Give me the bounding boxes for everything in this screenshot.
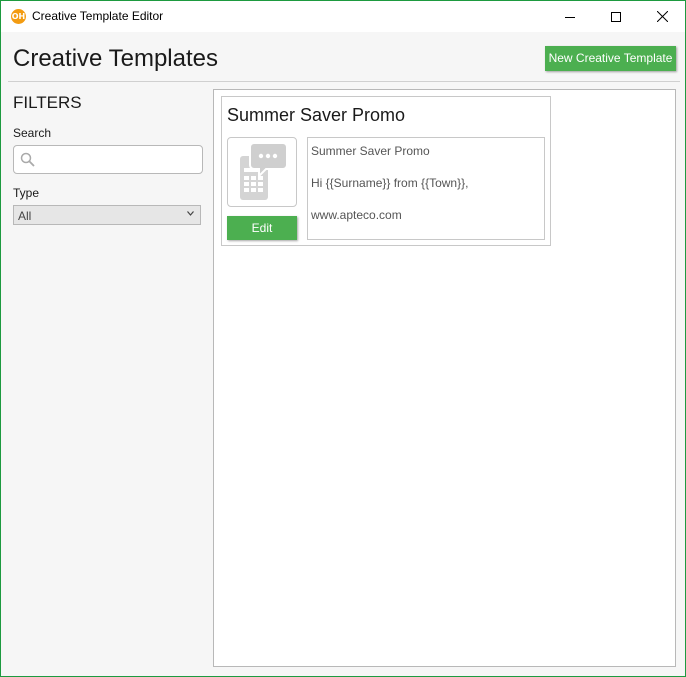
close-button[interactable] <box>639 1 685 32</box>
maximize-icon <box>611 11 621 22</box>
app-logo-icon: OH <box>11 9 26 24</box>
preview-line: Hi {{Surname}} from {{Town}}, <box>311 176 469 190</box>
preview-line: www.apteco.com <box>311 208 402 222</box>
filters-heading: FILTERS <box>13 93 82 112</box>
sms-phone-icon <box>240 142 288 200</box>
header-divider <box>8 81 680 82</box>
search-label: Search <box>13 126 52 140</box>
type-dropdown[interactable]: All <box>13 205 201 225</box>
search-input[interactable] <box>40 149 199 170</box>
template-preview: Summer Saver Promo Hi {{Surname}} from {… <box>307 137 545 240</box>
new-creative-template-button[interactable]: New Creative Template <box>545 46 676 71</box>
search-field[interactable] <box>13 145 203 174</box>
close-icon <box>656 11 668 22</box>
template-title: Summer Saver Promo <box>227 105 406 125</box>
template-card: Summer Saver Promo Edit Summer Saver Pro… <box>221 96 551 246</box>
minimize-icon <box>565 16 575 18</box>
minimize-button[interactable] <box>547 1 593 32</box>
maximize-button[interactable] <box>593 1 639 32</box>
type-selected-value: All <box>18 209 32 223</box>
window-title: Creative Template Editor <box>32 9 164 23</box>
page-title: Creative Templates <box>13 45 218 72</box>
edit-button[interactable]: Edit <box>227 216 297 240</box>
title-bar[interactable]: OH Creative Template Editor <box>1 1 685 32</box>
chevron-down-icon <box>187 211 194 216</box>
type-label: Type <box>13 186 40 200</box>
app-window: OH Creative Template Editor Creative Tem… <box>0 0 686 677</box>
preview-line: Summer Saver Promo <box>311 144 430 158</box>
template-thumbnail <box>227 137 297 207</box>
search-icon <box>20 152 35 167</box>
